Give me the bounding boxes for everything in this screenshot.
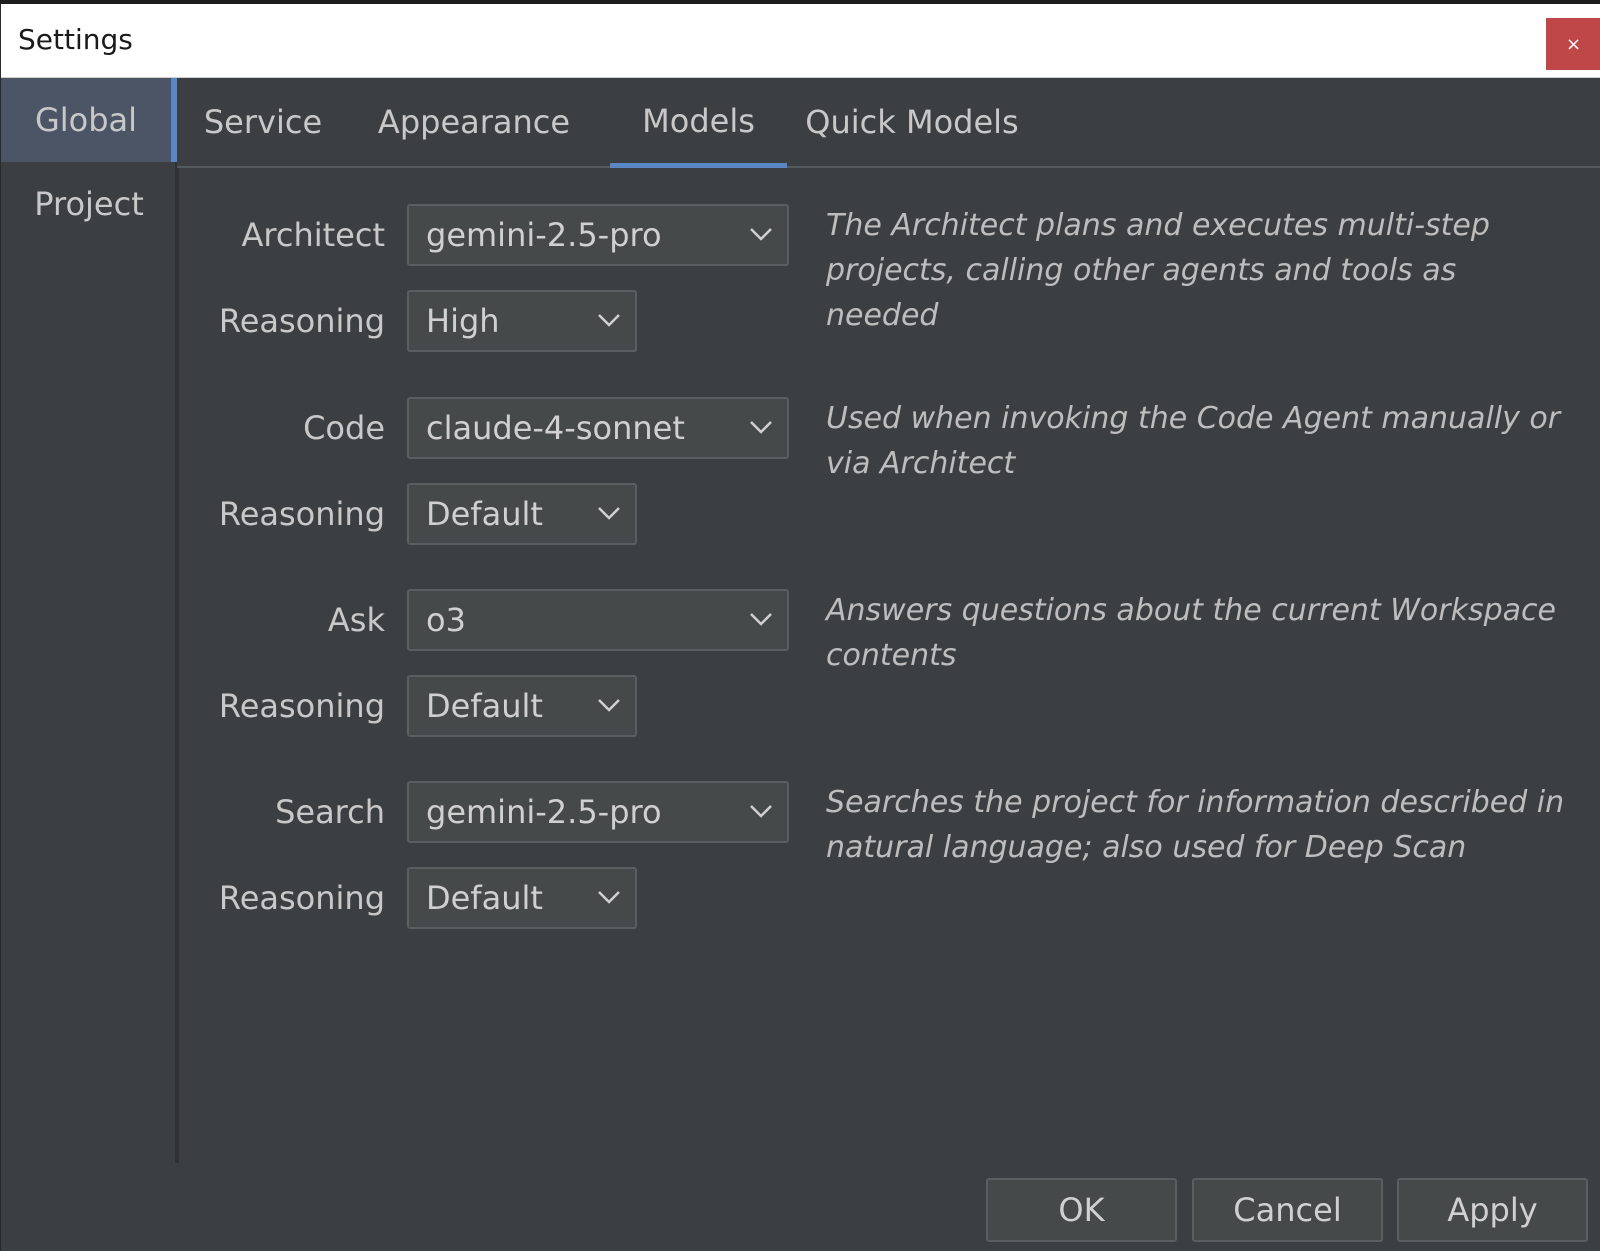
sidebar-item-global[interactable]: Global [1,78,177,162]
select-value: High [426,302,500,340]
sidebar-item-label: Project [34,185,144,223]
code-description: Used when invoking the Code Agent manual… [826,401,1561,481]
select-value: gemini-2.5-pro [426,216,662,254]
chevron-down-icon [750,613,772,626]
architect-reasoning-label: Reasoning [218,302,385,340]
close-button[interactable]: × [1546,18,1600,70]
search-reasoning-label: Reasoning [218,879,385,917]
ask-model-select[interactable]: o3 [407,589,789,651]
code-label: Code [303,409,385,447]
select-value: Default [426,687,543,725]
chevron-down-icon [598,699,620,712]
search-model-select[interactable]: gemini-2.5-pro [407,781,789,843]
window-title: Settings [18,23,133,56]
ask-description: Answers questions about the current Work… [826,593,1556,673]
sidebar-item-project[interactable]: Project [1,162,177,246]
search-label: Search [275,793,385,831]
chevron-down-icon [598,507,620,520]
select-value: Default [426,495,543,533]
tab-label: Quick Models [805,103,1019,141]
ask-reasoning-select[interactable]: Default [407,675,637,737]
code-reasoning-select[interactable]: Default [407,483,637,545]
tab-quick-models[interactable]: Quick Models [787,78,1037,166]
tab-service[interactable]: Service [177,78,349,166]
chevron-down-icon [750,228,772,241]
architect-model-select[interactable]: gemini-2.5-pro [407,204,789,266]
select-value: o3 [426,601,466,639]
select-value: gemini-2.5-pro [426,793,662,831]
search-description: Searches the project for information des… [826,785,1565,865]
title-bar: Settings × [1,4,1600,78]
button-label: OK [1058,1191,1105,1229]
tab-models[interactable]: Models [610,78,787,168]
architect-reasoning-select[interactable]: High [407,290,637,352]
button-label: Cancel [1233,1191,1342,1229]
settings-tabs: Service Appearance Models Quick Models [177,78,1600,168]
chevron-down-icon [750,421,772,434]
search-reasoning-select[interactable]: Default [407,867,637,929]
ok-button[interactable]: OK [986,1178,1177,1242]
chevron-down-icon [598,314,620,327]
code-model-select[interactable]: claude-4-sonnet [407,397,789,459]
ask-reasoning-label: Reasoning [218,687,385,725]
tab-appearance[interactable]: Appearance [349,78,599,166]
cancel-button[interactable]: Cancel [1192,1178,1383,1242]
tab-label: Service [203,103,323,141]
chevron-down-icon [598,891,620,904]
tab-label: Appearance [377,103,571,141]
sidebar-item-label: Global [34,101,138,139]
ask-label: Ask [327,601,385,639]
select-value: Default [426,879,543,917]
button-label: Apply [1447,1191,1538,1229]
code-reasoning-label: Reasoning [218,495,385,533]
settings-scope-sidebar: Global Project [1,78,177,1163]
architect-description: The Architect plans and executes multi-s… [826,208,1490,333]
content-divider [177,168,179,1163]
close-icon: × [1565,33,1582,55]
architect-label: Architect [241,216,385,254]
apply-button[interactable]: Apply [1397,1178,1588,1242]
select-value: claude-4-sonnet [426,409,685,447]
tab-label: Models [642,101,755,140]
settings-dialog: Settings × Global Project Service Appear… [0,4,1600,1251]
chevron-down-icon [750,805,772,818]
